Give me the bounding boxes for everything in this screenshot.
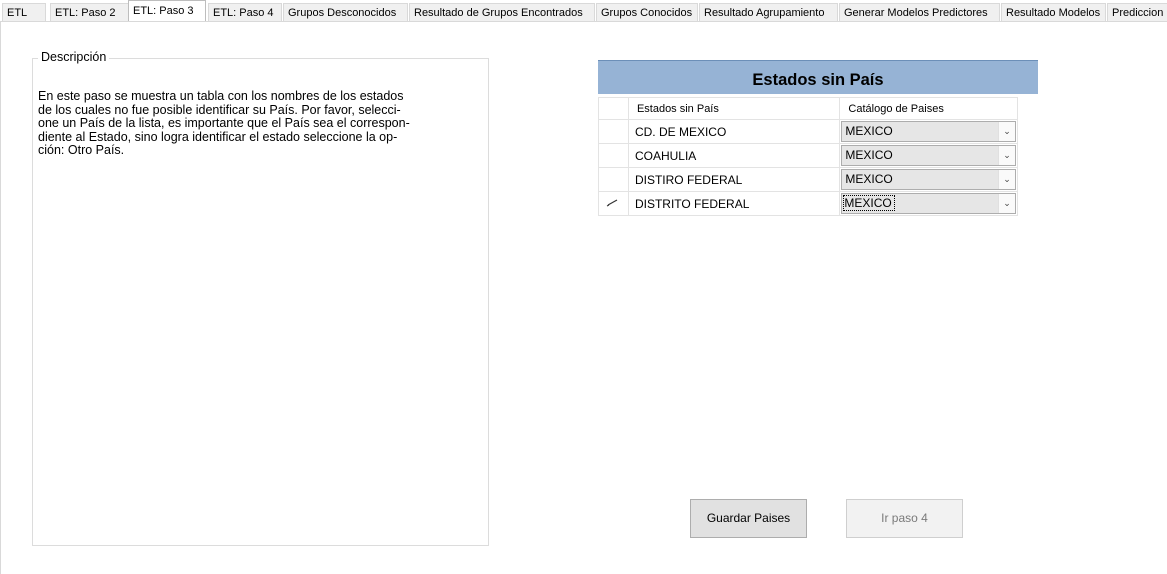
pais-cell: MEXICO ⌄ <box>839 143 1018 168</box>
pais-value: MEXICO <box>845 148 893 162</box>
chevron-down-icon[interactable]: ⌄ <box>998 122 1015 141</box>
pais-value: MEXICO <box>845 172 893 186</box>
pais-value: MEXICO <box>843 195 895 211</box>
tab-etl-paso-3[interactable]: ETL: Paso 3 <box>128 0 206 21</box>
pais-cell: MEXICO ⌄ <box>839 119 1018 144</box>
chevron-down-icon[interactable]: ⌄ <box>998 146 1015 165</box>
pais-combobox[interactable]: MEXICO ⌄ <box>841 145 1016 166</box>
description-line: En este paso se muestra un tabla con los… <box>38 89 404 103</box>
tab-grupos-conocidos[interactable]: Grupos Conocidos <box>596 3 698 21</box>
grid-header-row: Estados sin País Catálogo de Paises <box>598 97 1018 120</box>
tab-etl-paso-2[interactable]: ETL: Paso 2 <box>50 3 129 21</box>
pais-combobox[interactable]: MEXICO ⌄ <box>841 193 1016 214</box>
table-row: DISTIRO FEDERAL MEXICO ⌄ <box>598 167 1018 192</box>
pais-value: MEXICO <box>845 124 893 138</box>
pais-cell: MEXICO ⌄ <box>839 167 1018 192</box>
row-selector[interactable] <box>598 191 629 216</box>
estados-grid: Estados sin País Catálogo de Paises CD. … <box>598 97 1018 216</box>
description-line: diente al Estado, sino logra identificar… <box>38 129 398 144</box>
description-line: de los cuales no fue posible identificar… <box>38 102 401 117</box>
table-row: COAHULIA MEXICO ⌄ <box>598 143 1018 168</box>
chevron-down-icon[interactable]: ⌄ <box>998 170 1015 189</box>
pais-combobox[interactable]: MEXICO ⌄ <box>841 169 1016 190</box>
tab-resultado-agrupamiento[interactable]: Resultado Agrupamiento <box>699 3 838 21</box>
estado-cell[interactable]: COAHULIA <box>627 143 841 168</box>
tab-grupos-desconocidos[interactable]: Grupos Desconocidos <box>283 3 408 21</box>
column-header-estados[interactable]: Estados sin País <box>627 97 841 120</box>
row-header-corner <box>598 97 629 120</box>
pencil-icon <box>599 197 628 210</box>
estado-cell[interactable]: CD. DE MEXICO <box>627 119 841 144</box>
pais-combobox[interactable]: MEXICO ⌄ <box>841 121 1016 142</box>
tab-resultado-modelos[interactable]: Resultado Modelos <box>1001 3 1106 21</box>
table-row: DISTRITO FEDERAL MEXICO ⌄ <box>598 191 1018 216</box>
row-selector[interactable] <box>598 167 629 192</box>
column-header-catalogo[interactable]: Catálogo de Paises <box>839 97 1018 120</box>
table-row: CD. DE MEXICO MEXICO ⌄ <box>598 119 1018 144</box>
tab-strip: ETL ETL: Paso 2 ETL: Paso 3 ETL: Paso 4 … <box>0 0 1167 22</box>
guardar-paises-button[interactable]: Guardar Paises <box>690 499 807 538</box>
description-text: En este paso se muestra un tabla con los… <box>38 89 468 158</box>
description-line: one un País de la lista, es importante q… <box>38 116 410 130</box>
row-selector[interactable] <box>598 143 629 168</box>
description-title: Descripción <box>38 50 110 64</box>
grid-title: Estados sin País <box>598 60 1038 94</box>
estado-cell[interactable]: DISTIRO FEDERAL <box>627 167 841 192</box>
tab-resultado-grupos-encontrados[interactable]: Resultado de Grupos Encontrados <box>409 3 595 21</box>
ir-paso-4-button[interactable]: Ir paso 4 <box>846 499 963 538</box>
estado-cell[interactable]: DISTRITO FEDERAL <box>627 191 841 216</box>
tab-etl-paso-4[interactable]: ETL: Paso 4 <box>208 3 282 21</box>
row-selector[interactable] <box>598 119 629 144</box>
pais-cell: MEXICO ⌄ <box>839 191 1018 216</box>
chevron-down-icon[interactable]: ⌄ <box>998 194 1015 213</box>
tab-generar-modelos-predictores[interactable]: Generar Modelos Predictores <box>839 3 1000 21</box>
tab-etl[interactable]: ETL <box>2 3 46 21</box>
tab-prediccion[interactable]: Prediccion <box>1107 3 1167 21</box>
description-line: ción: Otro País. <box>38 143 125 157</box>
